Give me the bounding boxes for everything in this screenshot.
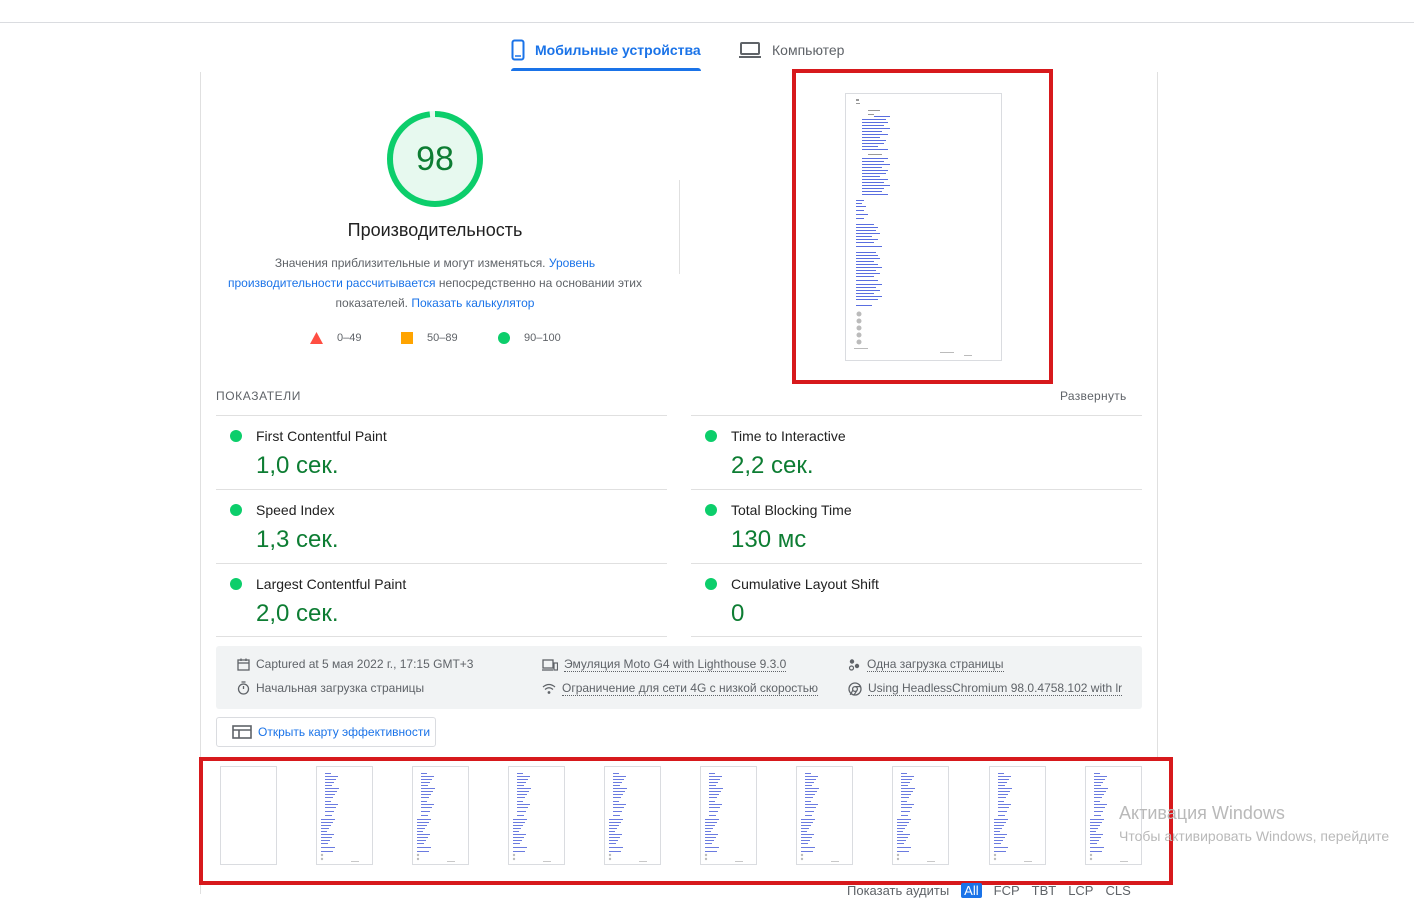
tab-mobile[interactable]: Мобильные устройства xyxy=(511,30,701,71)
audit-filter-label: Показать аудиты xyxy=(847,883,950,898)
metrics-divider xyxy=(691,636,1142,637)
filmstrip-frame xyxy=(604,766,661,865)
metric-name: Time to Interactive xyxy=(731,428,846,444)
metric-value: 2,0 сек. xyxy=(256,600,339,627)
pass-dot-icon xyxy=(705,578,717,590)
active-tab-indicator xyxy=(511,68,701,71)
tab-desktop[interactable]: Компьютер xyxy=(738,30,844,70)
laptop-icon xyxy=(739,42,761,58)
person-icon xyxy=(848,659,860,671)
legend-average-label: 50–89 xyxy=(427,332,458,344)
tab-mobile-label: Мобильные устройства xyxy=(535,42,701,58)
info-emulation-text: Эмуляция Moto G4 with Lighthouse 9.3.0 xyxy=(564,657,787,672)
metric-value: 2,2 сек. xyxy=(731,452,814,479)
filmstrip-frame xyxy=(700,766,757,865)
expand-button[interactable]: Развернуть xyxy=(1060,389,1127,403)
performance-title: Производительность xyxy=(347,220,523,240)
timer-icon xyxy=(237,681,250,695)
tab-desktop-label: Компьютер xyxy=(772,42,845,58)
metric-fcp: First Contentful Paint 1,0 сек. xyxy=(216,415,667,490)
network-signal-icon xyxy=(542,683,556,694)
legend-pass: 90–100 xyxy=(498,332,561,344)
metric-value: 1,3 сек. xyxy=(256,526,339,553)
filter-chip-cls[interactable]: CLS xyxy=(1105,883,1130,898)
legend-pass-label: 90–100 xyxy=(524,332,561,344)
windows-activation-title: Активация Windows xyxy=(1119,803,1285,823)
chrome-icon xyxy=(848,681,862,696)
info-browser-text: Using HeadlessChromium 98.0.4758.102 wit… xyxy=(868,681,1123,696)
info-captured-text: Captured at 5 мая 2022 г., 17:15 GMT+3 xyxy=(256,657,474,671)
audit-filter: Показать аудиты All FCP TBT LCP CLS xyxy=(847,883,1143,898)
filmstrip-frame xyxy=(316,766,373,865)
pass-dot-icon xyxy=(230,504,242,516)
page-preview-image xyxy=(854,99,972,356)
filmstrip-frame xyxy=(989,766,1046,865)
device-tabs: Мобильные устройства Компьютер xyxy=(0,30,1414,72)
legend-fail-label: 0–49 xyxy=(337,332,362,344)
metric-name: Cumulative Layout Shift xyxy=(731,576,879,592)
filmstrip-frame xyxy=(508,766,565,865)
panel-right-border xyxy=(1157,72,1158,758)
info-single-load[interactable]: Одна загрузка страницы xyxy=(848,657,1004,672)
calendar-icon xyxy=(237,658,250,671)
info-single-load-text: Одна загрузка страницы xyxy=(867,657,1004,672)
metric-value: 1,0 сек. xyxy=(256,452,339,479)
metric-name: Total Blocking Time xyxy=(731,502,852,518)
triangle-icon xyxy=(310,332,323,344)
metric-speed-index: Speed Index 1,3 сек. xyxy=(216,489,667,564)
vertical-divider xyxy=(679,180,680,274)
filter-chip-tbt[interactable]: TBT xyxy=(1032,883,1057,898)
metric-name: Largest Contentful Paint xyxy=(256,576,407,592)
windows-activation-text: Чтобы активировать Windows, перейдите xyxy=(1119,828,1390,844)
treemap-icon xyxy=(232,725,252,739)
filmstrip-frame xyxy=(892,766,949,865)
pass-dot-icon xyxy=(705,504,717,516)
info-captured: Captured at 5 мая 2022 г., 17:15 GMT+3 xyxy=(237,657,473,671)
description-text-1: Значения приблизительные и могут изменят… xyxy=(274,256,546,270)
info-initial-load: Начальная загрузка страницы xyxy=(237,681,424,695)
devices-icon xyxy=(542,658,558,671)
metric-name: First Contentful Paint xyxy=(256,428,387,444)
final-screenshot[interactable] xyxy=(845,93,1002,361)
runtime-info: Captured at 5 мая 2022 г., 17:15 GMT+3 Н… xyxy=(216,646,1142,709)
filmstrip-frame xyxy=(220,766,277,865)
info-emulation[interactable]: Эмуляция Moto G4 with Lighthouse 9.3.0 xyxy=(542,657,787,672)
filter-chip-all[interactable]: All xyxy=(961,883,982,898)
filmstrip-frame xyxy=(796,766,853,865)
info-initial-load-text: Начальная загрузка страницы xyxy=(256,681,425,695)
filter-chip-lcp[interactable]: LCP xyxy=(1068,883,1093,898)
metric-name: Speed Index xyxy=(256,502,335,518)
performance-description: Значения приблизительные и могут изменят… xyxy=(226,253,644,313)
metric-cls: Cumulative Layout Shift 0 xyxy=(691,563,1142,638)
open-treemap-label: Открыть карту эффективности xyxy=(258,725,431,739)
info-throttling[interactable]: Ограничение для сети 4G с низкой скорост… xyxy=(542,681,819,696)
performance-score: 98 xyxy=(416,139,454,178)
info-throttling-text: Ограничение для сети 4G с низкой скорост… xyxy=(562,681,819,696)
metrics-divider xyxy=(216,636,667,637)
filmstrip-frame xyxy=(412,766,469,865)
square-icon xyxy=(401,332,413,344)
metrics-header: ПОКАЗАТЕЛИ xyxy=(216,389,301,403)
calculator-link[interactable]: Показать калькулятор xyxy=(411,296,534,310)
panel-left-border xyxy=(200,72,201,894)
pass-dot-icon xyxy=(230,578,242,590)
top-divider xyxy=(0,22,1414,23)
metric-value: 0 xyxy=(731,600,745,627)
pass-dot-icon xyxy=(230,430,242,442)
open-treemap-button[interactable]: Открыть карту эффективности xyxy=(216,717,436,747)
info-browser[interactable]: Using HeadlessChromium 98.0.4758.102 wit… xyxy=(848,681,1123,696)
filter-chip-fcp[interactable]: FCP xyxy=(994,883,1020,898)
smartphone-icon xyxy=(511,39,525,61)
pass-dot-icon xyxy=(705,430,717,442)
metric-value: 130 мс xyxy=(731,526,807,553)
metric-tbt: Total Blocking Time 130 мс xyxy=(691,489,1142,564)
legend-fail: 0–49 xyxy=(310,332,361,344)
legend-average: 50–89 xyxy=(401,332,458,344)
circle-icon xyxy=(498,332,510,344)
metric-tti: Time to Interactive 2,2 сек. xyxy=(691,415,1142,490)
metric-lcp: Largest Contentful Paint 2,0 сек. xyxy=(216,563,667,638)
